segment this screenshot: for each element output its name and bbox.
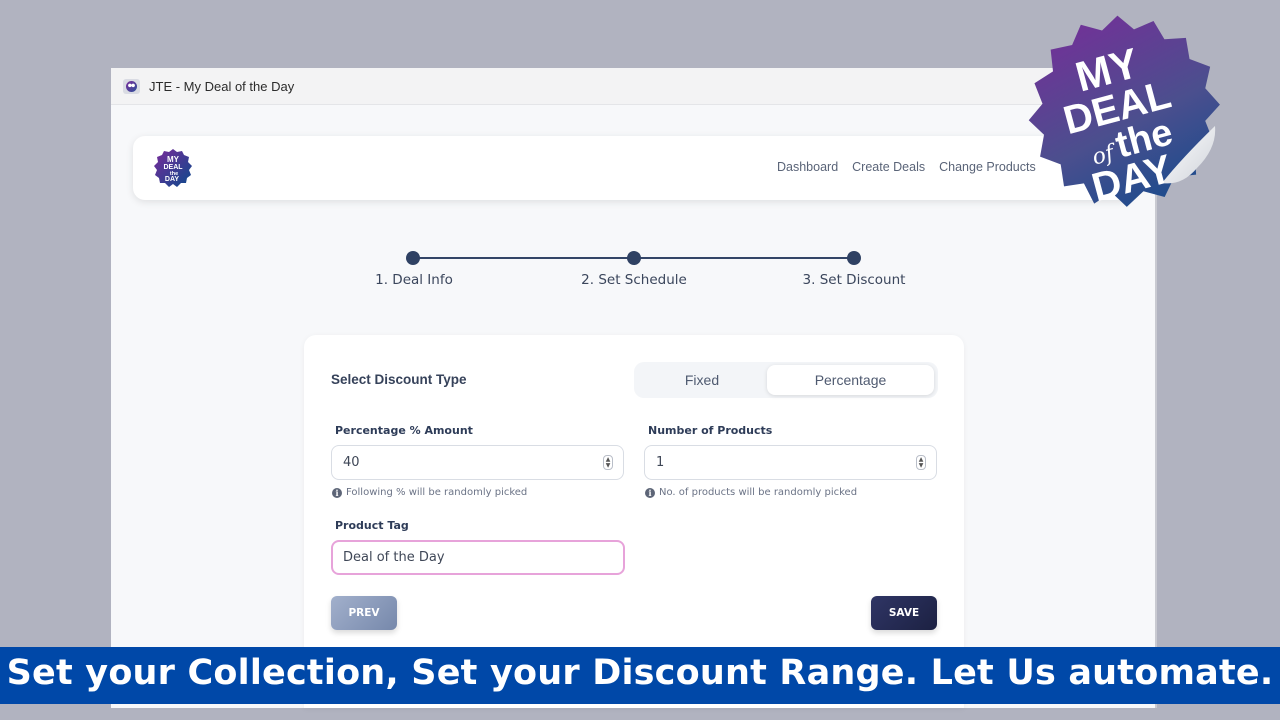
promo-banner: Set your Collection, Set your Discount R… [0,647,1280,704]
product-tag-input[interactable]: Deal of the Day [331,540,625,575]
number-of-products-input[interactable]: 1 ▲ ▼ [644,445,937,480]
step-label-deal-info[interactable]: 1. Deal Info [375,272,453,288]
step-label-set-schedule[interactable]: 2. Set Schedule [581,272,687,288]
svg-text:MY: MY [167,155,180,164]
percentage-hint: i Following % will be randomly picked [332,487,527,498]
nav-link-dashboard[interactable]: Dashboard [777,160,838,174]
products-hint-text: No. of products will be randomly picked [659,487,858,498]
number-of-products-value: 1 [656,455,665,470]
svg-text:DAY: DAY [165,176,179,183]
window-title: JTE - My Deal of the Day [149,78,295,94]
progress-stepper: 1. Deal Info 2. Set Schedule 3. Set Disc… [111,248,1157,308]
discount-type-percentage[interactable]: Percentage [767,365,934,395]
prev-button[interactable]: PREV [331,596,397,630]
nav-links: Dashboard Create Deals Change Products [777,160,1036,174]
app-favicon-icon [123,78,140,94]
step-dot-2 [627,251,641,265]
discount-type-toggle: Fixed Percentage [634,362,938,398]
step-label-set-discount[interactable]: 3. Set Discount [803,272,906,288]
percentage-stepper-icon[interactable]: ▲ ▼ [603,455,613,470]
app-logo[interactable]: MY DEAL the DAY [153,148,193,188]
product-tag-label: Product Tag [335,519,409,532]
products-hint: i No. of products will be randomly picke… [645,487,857,498]
step-dot-1 [406,251,420,265]
product-tag-value: Deal of the Day [343,550,445,565]
deal-of-the-day-badge: MY DEAL of the DAY [1028,15,1220,210]
step-dot-3 [847,251,861,265]
app-window: JTE - My Deal of the Day MY DEAL the DAY… [111,68,1157,708]
percentage-amount-input[interactable]: 40 ▲ ▼ [331,445,624,480]
info-icon: i [645,487,655,498]
window-titlebar: JTE - My Deal of the Day [111,68,1155,105]
svg-text:DEAL: DEAL [163,164,183,171]
info-icon: i [332,487,342,498]
percentage-amount-label: Percentage % Amount [335,424,473,437]
number-of-products-label: Number of Products [648,424,773,437]
top-navbar: MY DEAL the DAY Dashboard Create Deals C… [133,136,1133,200]
products-stepper-icon[interactable]: ▲ ▼ [916,455,926,470]
discount-type-fixed[interactable]: Fixed [637,365,767,395]
percentage-amount-value: 40 [343,455,360,470]
save-button[interactable]: SAVE [871,596,937,630]
nav-link-create-deals[interactable]: Create Deals [852,160,925,174]
percentage-hint-text: Following % will be randomly picked [346,487,528,498]
discount-type-heading: Select Discount Type [331,372,467,387]
